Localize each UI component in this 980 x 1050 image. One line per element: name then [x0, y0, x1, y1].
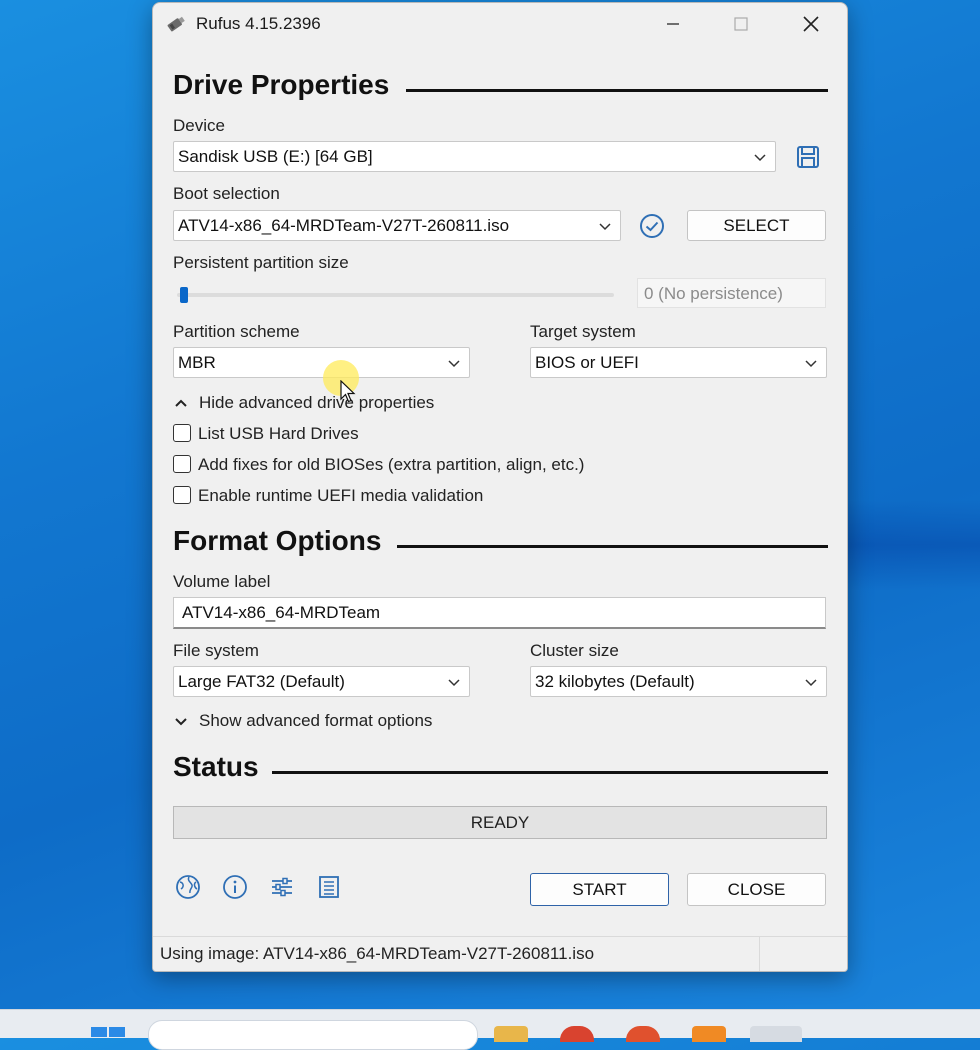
hide-advanced-drive-toggle[interactable]: Hide advanced drive properties	[173, 393, 473, 415]
browser-icon[interactable]	[560, 1026, 594, 1042]
settings-sliders-icon[interactable]	[269, 874, 295, 900]
persistence-size-field: 0 (No persistence)	[637, 278, 826, 308]
persistence-size-value: 0 (No persistence)	[644, 284, 783, 303]
info-icon[interactable]	[222, 874, 248, 900]
chevron-down-icon	[599, 223, 611, 231]
maximize-icon	[734, 17, 748, 31]
persistent-size-label: Persistent partition size	[173, 253, 349, 272]
windows-start-icon[interactable]	[91, 1027, 125, 1039]
boot-selection-label: Boot selection	[173, 184, 280, 203]
chevron-down-icon	[448, 360, 460, 368]
partition-scheme-dropdown[interactable]: MBR	[173, 347, 470, 378]
volume-label-label: Volume label	[173, 572, 271, 591]
log-icon[interactable]	[316, 874, 342, 900]
taskbar	[0, 1009, 980, 1050]
rufus-window: Rufus 4.15.2396 Drive Properties Device …	[152, 2, 848, 972]
device-label: Device	[173, 116, 225, 135]
status-heading: Status	[173, 751, 259, 782]
file-system-dropdown[interactable]: Large FAT32 (Default)	[173, 666, 470, 697]
status-progress-bar: READY	[173, 806, 827, 839]
show-advanced-format-toggle[interactable]: Show advanced format options	[173, 711, 473, 733]
chevron-down-icon	[448, 679, 460, 687]
volume-label-input[interactable]	[180, 602, 814, 624]
target-system-dropdown[interactable]: BIOS or UEFI	[530, 347, 827, 378]
uefi-validation-checkbox[interactable]	[173, 486, 191, 504]
close-window-button[interactable]	[783, 3, 839, 45]
partition-scheme-label: Partition scheme	[173, 322, 300, 341]
partition-scheme-value: MBR	[178, 353, 216, 372]
title-bar[interactable]: Rufus 4.15.2396	[153, 3, 847, 45]
old-bios-fixes-label: Add fixes for old BIOSes (extra partitio…	[198, 455, 585, 474]
hide-advanced-drive-label: Hide advanced drive properties	[199, 393, 435, 412]
old-bios-fixes-checkbox[interactable]	[173, 455, 191, 473]
chevron-up-icon	[175, 399, 187, 407]
cluster-size-dropdown[interactable]: 32 kilobytes (Default)	[530, 666, 827, 697]
file-explorer-icon[interactable]	[494, 1026, 528, 1042]
section-divider	[272, 771, 828, 774]
chevron-down-icon	[754, 154, 766, 162]
volume-label-field[interactable]	[173, 597, 826, 629]
drive-properties-heading: Drive Properties	[173, 69, 390, 100]
desktop-wallpaper-streak	[840, 500, 980, 590]
chevron-down-icon	[805, 360, 817, 368]
usb-drive-icon	[167, 16, 185, 32]
section-divider	[397, 545, 828, 548]
window-title: Rufus 4.15.2396	[196, 14, 321, 33]
app-icon[interactable]	[692, 1026, 726, 1042]
device-value: Sandisk USB (E:) [64 GB]	[178, 147, 373, 166]
minimize-button[interactable]	[645, 3, 701, 45]
file-system-label: File system	[173, 641, 259, 660]
format-options-heading: Format Options	[173, 525, 382, 556]
list-usb-label: List USB Hard Drives	[198, 424, 359, 443]
footer-separator	[759, 937, 760, 971]
taskbar-search-box[interactable]	[148, 1020, 478, 1050]
browser-icon[interactable]	[626, 1026, 660, 1042]
footer-message: Using image: ATV14-x86_64-MRDTeam-V27T-2…	[160, 944, 595, 963]
mouse-cursor-icon	[340, 380, 356, 403]
target-system-label: Target system	[530, 322, 636, 341]
section-divider	[406, 89, 828, 92]
show-advanced-format-label: Show advanced format options	[199, 711, 433, 730]
minimize-icon	[667, 23, 679, 25]
chevron-down-icon	[805, 679, 817, 687]
verify-check-icon[interactable]	[639, 213, 665, 239]
cluster-size-value: 32 kilobytes (Default)	[535, 672, 695, 691]
file-system-value: Large FAT32 (Default)	[178, 672, 345, 691]
list-usb-checkbox[interactable]	[173, 424, 191, 442]
close-icon	[803, 16, 819, 32]
rufus-taskbar-icon[interactable]	[750, 1026, 802, 1042]
select-button[interactable]: SELECT	[687, 210, 826, 241]
start-button[interactable]: START	[530, 873, 669, 906]
close-button[interactable]: CLOSE	[687, 873, 826, 906]
device-dropdown[interactable]: Sandisk USB (E:) [64 GB]	[173, 141, 776, 172]
cluster-size-label: Cluster size	[530, 641, 619, 660]
chevron-down-icon	[175, 718, 187, 726]
uefi-validation-label: Enable runtime UEFI media validation	[198, 486, 484, 505]
save-drive-icon[interactable]	[796, 145, 820, 169]
boot-selection-value: ATV14-x86_64-MRDTeam-V27T-260811.iso	[178, 216, 510, 235]
status-footer: Using image: ATV14-x86_64-MRDTeam-V27T-2…	[153, 936, 847, 971]
persistence-slider-track[interactable]	[177, 293, 614, 297]
persistence-slider-thumb[interactable]	[180, 287, 188, 303]
maximize-button[interactable]	[713, 3, 769, 45]
globe-language-icon[interactable]	[175, 874, 201, 900]
target-system-value: BIOS or UEFI	[535, 353, 639, 372]
boot-selection-dropdown[interactable]: ATV14-x86_64-MRDTeam-V27T-260811.iso	[173, 210, 621, 241]
